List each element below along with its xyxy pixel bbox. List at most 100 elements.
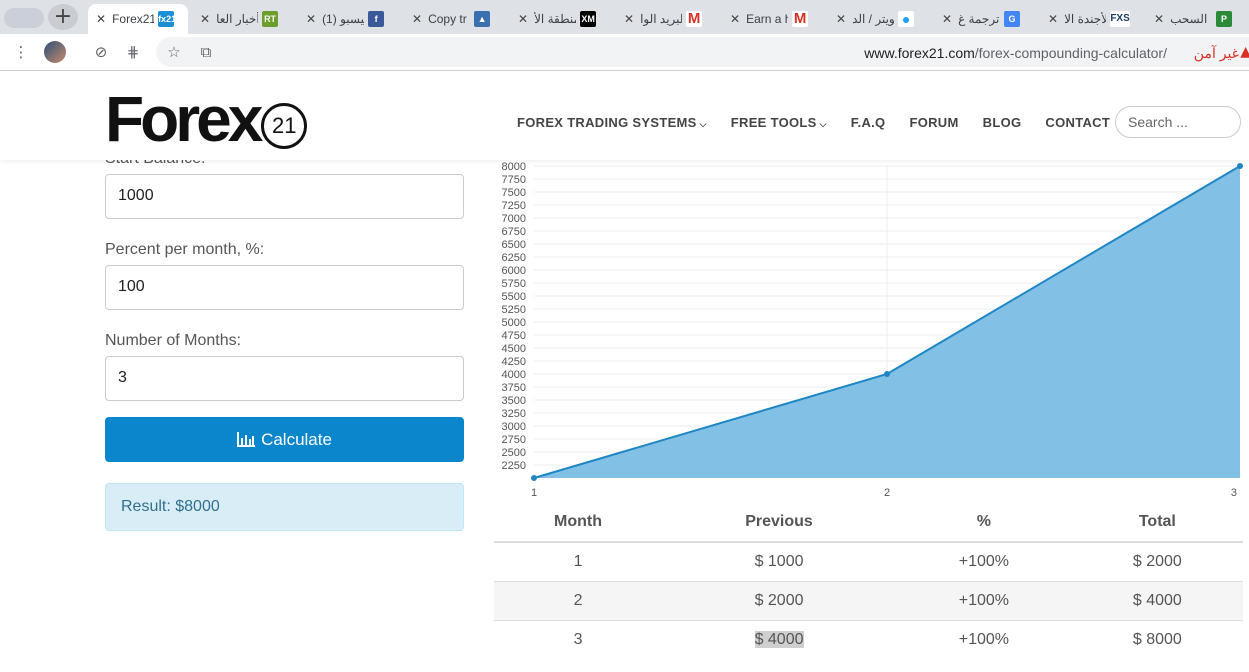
- nav-faq[interactable]: F.A.Q: [851, 115, 886, 130]
- main-nav: FOREX TRADING SYSTEMS ⌵ FREE TOOLS ⌵ F.A.Q…: [517, 115, 1134, 130]
- percent-label: Percent per month, %:: [105, 241, 265, 258]
- nav-contact[interactable]: CONTACT: [1045, 115, 1110, 130]
- x-tick-label: 3: [1231, 487, 1237, 499]
- cell-previous: $ 4000: [662, 620, 897, 659]
- close-tab-icon[interactable]: ✕: [616, 12, 640, 26]
- logo-word: Forex: [105, 83, 263, 155]
- tab-title: Forex21: [112, 12, 155, 26]
- calculate-button[interactable]: Calculate: [105, 417, 464, 462]
- cell-total: $ 2000: [1071, 541, 1243, 582]
- browser-toolbar: ⋮ ⊘ ⋕ ☆ ⧉ www.forex21.com/forex-compound…: [0, 34, 1249, 71]
- tab-title: الأجندة الا: [1064, 12, 1106, 26]
- nav-label: FREE TOOLS: [730, 115, 817, 130]
- url-domain: www.forex21.com: [864, 45, 975, 61]
- months-input[interactable]: 3: [105, 356, 464, 401]
- cell-month: 1: [494, 541, 663, 582]
- nav-free-tools[interactable]: FREE TOOLS ⌵: [731, 115, 827, 130]
- fxs-favicon-icon: FXS: [1110, 11, 1131, 27]
- nav-forum[interactable]: FORUM: [909, 115, 958, 130]
- xm-favicon-icon: XM: [580, 11, 597, 27]
- tab-xm[interactable]: ✕ منطقة الأ XM: [510, 4, 610, 34]
- data-point: [531, 475, 537, 481]
- compounding-chart: 2250250027503000325035003750400042504500…: [502, 161, 1243, 499]
- bookmark-star-icon[interactable]: ☆: [164, 42, 184, 62]
- start-balance-input[interactable]: 1000: [105, 174, 464, 219]
- tab-gmail[interactable]: ✕ البريد الوا M: [616, 4, 716, 34]
- address-bar[interactable]: ☆ ⧉ www.forex21.com/forex-compounding-ca…: [156, 37, 1249, 67]
- y-tick-label: 7250: [502, 200, 526, 212]
- translate-page-icon[interactable]: ⧉: [196, 42, 216, 62]
- site-logo[interactable]: Forex 21: [105, 83, 308, 155]
- menu-kebab-icon[interactable]: ⋮: [11, 42, 31, 62]
- col-total-header: Total: [1071, 503, 1243, 543]
- nav-forex-trading-systems[interactable]: FOREX TRADING SYSTEMS ⌵: [517, 115, 707, 130]
- tab-withdraw[interactable]: ✕ السحب P: [1146, 4, 1249, 34]
- close-tab-icon[interactable]: ✕: [88, 12, 112, 26]
- nav-blog[interactable]: BLOG: [983, 115, 1022, 130]
- table-row: 1 $ 1000 +100% $ 2000: [494, 541, 1243, 582]
- tab-title: البريد الوا: [640, 12, 682, 26]
- y-tick-label: 3000: [502, 421, 526, 433]
- profile-blur: [4, 8, 44, 28]
- close-tab-icon[interactable]: ✕: [298, 12, 322, 26]
- close-tab-icon[interactable]: ✕: [1040, 12, 1064, 26]
- close-tab-icon[interactable]: ✕: [510, 12, 534, 26]
- cell-month: 2: [494, 581, 663, 621]
- y-tick-label: 2250: [502, 460, 526, 472]
- data-point: [884, 371, 890, 377]
- y-tick-label: 7750: [502, 174, 526, 186]
- tab-title: Copy tr: [428, 12, 467, 26]
- close-tab-icon[interactable]: ✕: [722, 12, 746, 26]
- cell-total: $ 4000: [1071, 581, 1243, 621]
- close-tab-icon[interactable]: ✕: [192, 12, 216, 26]
- x-tick-label: 1: [531, 487, 537, 499]
- cell-percent: +100%: [896, 581, 1072, 621]
- tab-earn[interactable]: ✕ Earn a h M: [722, 4, 822, 34]
- calculate-label: Calculate: [261, 429, 332, 449]
- rt-favicon-icon: RT: [262, 11, 279, 27]
- new-tab-button[interactable]: +: [48, 4, 78, 30]
- tab-facebook[interactable]: ✕ (1) فيسبو f: [298, 4, 398, 34]
- tab-title: أخبار العا: [216, 12, 259, 26]
- chevron-down-icon: ⌵: [819, 120, 827, 130]
- warning-icon[interactable]: ▲: [1240, 44, 1249, 60]
- tab-copy-trading[interactable]: ✕ Copy tr ▲: [404, 4, 504, 34]
- url-text[interactable]: www.forex21.com/forex-compounding-calcul…: [864, 45, 1167, 61]
- tab-forex21[interactable]: ✕ Forex21 fx21: [88, 4, 188, 34]
- avatar[interactable]: [44, 41, 66, 63]
- y-tick-label: 3500: [502, 395, 526, 407]
- block-icon[interactable]: ⊘: [91, 42, 111, 62]
- gmail-icon: M: [792, 10, 809, 27]
- selected-text: $ 4000: [754, 631, 804, 648]
- close-tab-icon[interactable]: ✕: [404, 12, 428, 26]
- tab-twitter[interactable]: ✕ تويتر / الد ●: [828, 4, 928, 34]
- close-tab-icon[interactable]: ✕: [828, 12, 852, 26]
- y-tick-label: 5000: [502, 317, 526, 329]
- compounding-form: Start Balance: 1000 Percent per month, %…: [105, 150, 465, 531]
- y-tick-label: 4000: [502, 369, 526, 381]
- chevron-down-icon: ⌵: [699, 120, 707, 130]
- bar-chart-icon: [237, 432, 256, 447]
- fx21-favicon-icon: fx21: [158, 11, 176, 27]
- tab-title: السحب: [1170, 12, 1208, 26]
- tab-rt[interactable]: ✕ أخبار العا RT: [192, 4, 292, 34]
- y-tick-label: 4500: [502, 343, 526, 355]
- tab-fxstreet[interactable]: ✕ الأجندة الا FXS: [1040, 4, 1140, 34]
- months-label: Number of Months:: [105, 332, 242, 349]
- tab-translate[interactable]: ✕ ترجمة غ G: [934, 4, 1034, 34]
- cell-total: $ 8000: [1071, 620, 1243, 659]
- close-tab-icon[interactable]: ✕: [1146, 12, 1170, 26]
- not-secure-label[interactable]: غير آمن: [1194, 45, 1239, 62]
- percent-input[interactable]: 100: [105, 265, 464, 310]
- y-tick-label: 2750: [502, 434, 526, 446]
- close-tab-icon[interactable]: ✕: [934, 12, 958, 26]
- col-previous-header: Previous: [662, 503, 897, 543]
- cell-month: 3: [494, 620, 663, 659]
- cell-percent: +100%: [896, 541, 1072, 582]
- extensions-icon[interactable]: ⋕: [123, 42, 143, 62]
- y-tick-label: 4250: [502, 356, 526, 368]
- y-tick-label: 6000: [502, 265, 526, 277]
- search-input[interactable]: Search ...: [1115, 106, 1241, 138]
- y-tick-label: 4750: [502, 330, 526, 342]
- table-header-row: Month Previous % Total: [494, 503, 1243, 543]
